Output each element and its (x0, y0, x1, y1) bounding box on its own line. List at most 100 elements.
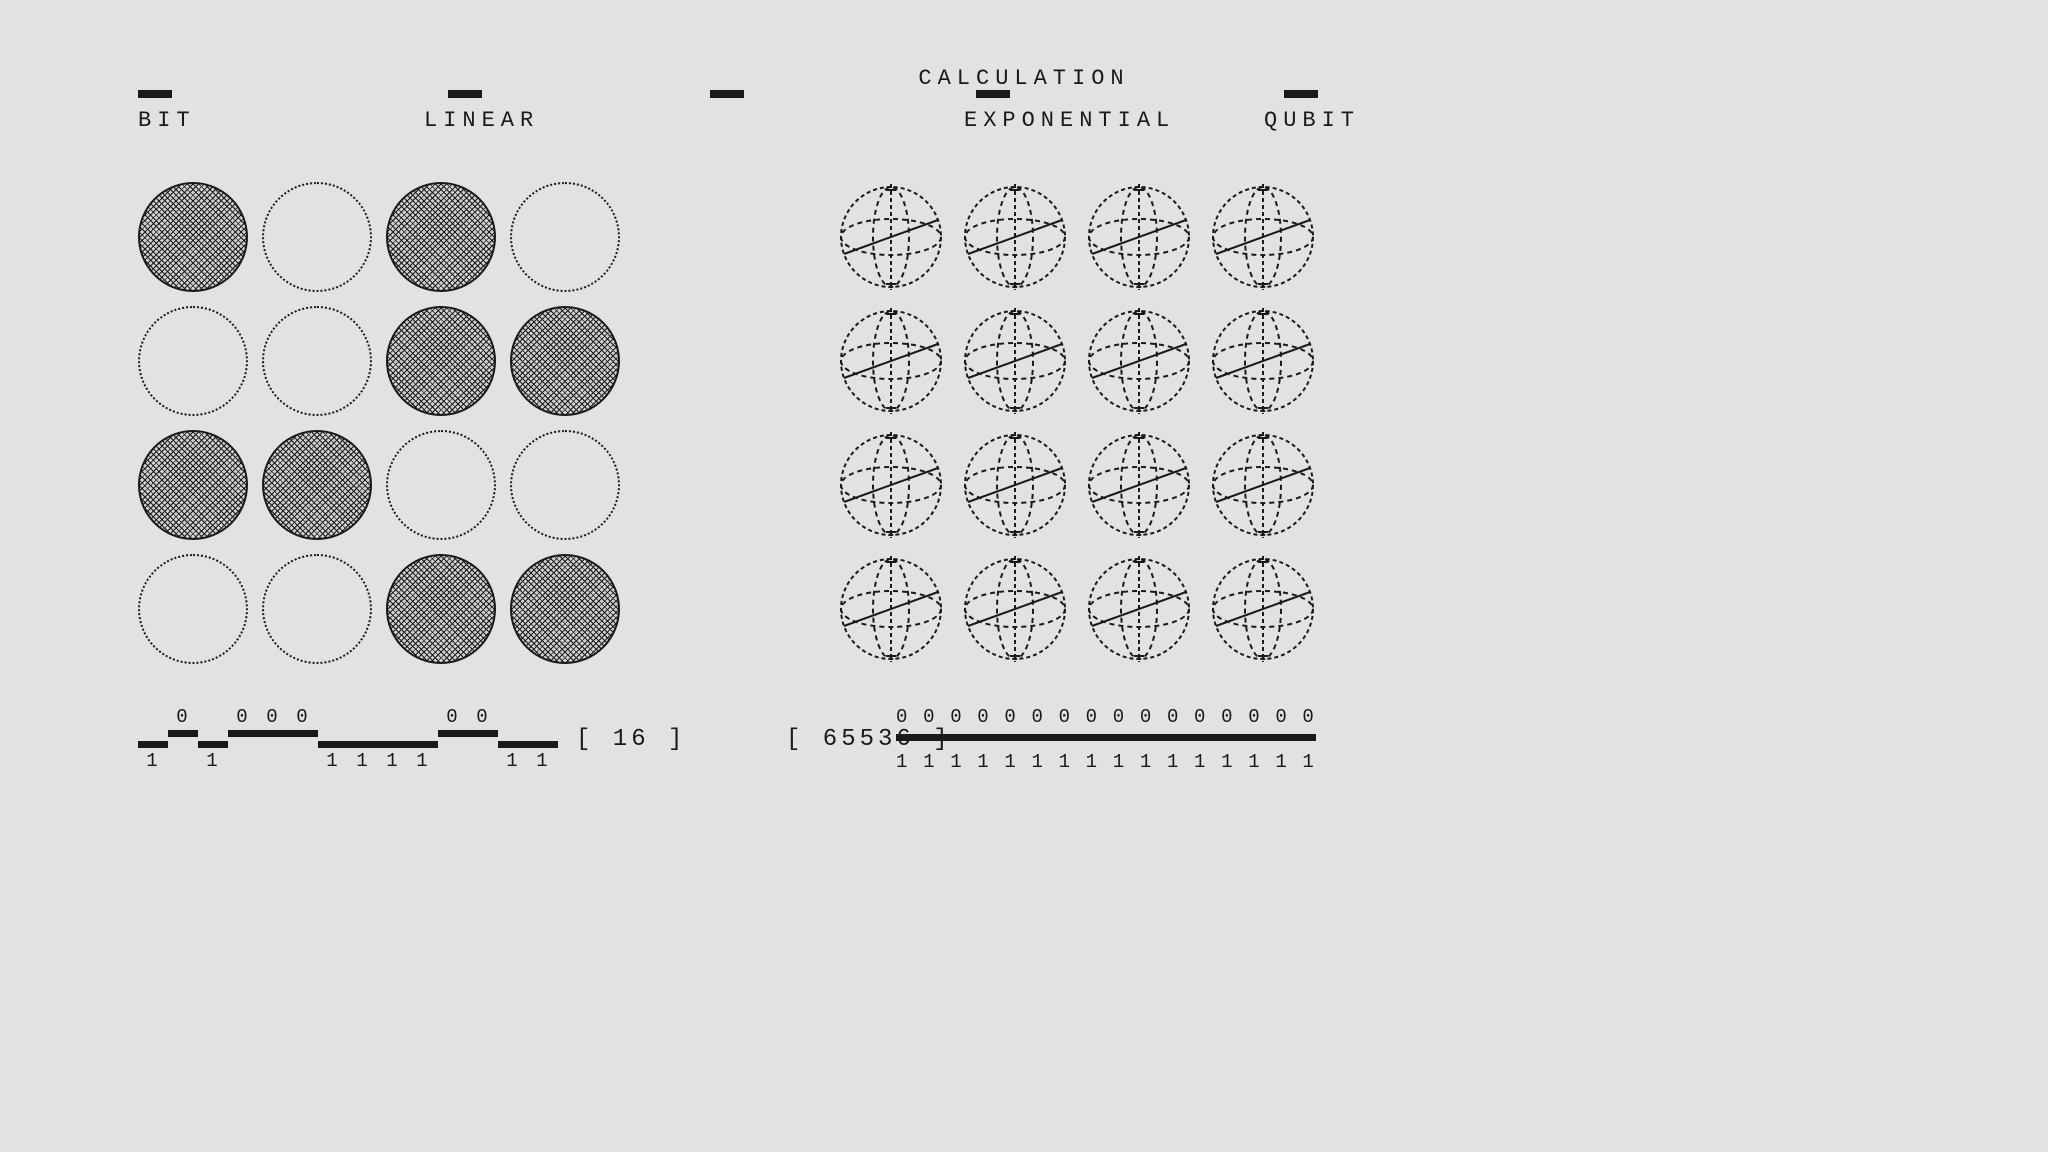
bit-zero (386, 430, 496, 540)
digit-one: 1 (1302, 751, 1315, 773)
digit-zero: 0 (1194, 706, 1207, 728)
qubit-sphere (1084, 306, 1194, 416)
qubit-sphere (836, 182, 946, 292)
digit-one: 1 (1194, 751, 1207, 773)
digit-one: 1 (896, 751, 909, 773)
track-segment (198, 741, 228, 748)
digit-one: 1 (1248, 751, 1261, 773)
digit-zero (138, 706, 168, 728)
qubit-sphere (960, 554, 1070, 664)
label-linear: LINEAR (424, 108, 539, 133)
digit-zero: 0 (1031, 706, 1044, 728)
bit-one (138, 430, 248, 540)
bit-one (386, 554, 496, 664)
digit-zero: 0 (1086, 706, 1099, 728)
tick-qubit (1284, 90, 1318, 98)
qubit-sphere (960, 430, 1070, 540)
digit-zero (528, 706, 558, 728)
digit-one: 1 (1167, 751, 1180, 773)
bit-zero (262, 182, 372, 292)
digit-zero: 0 (168, 706, 198, 728)
digit-zero (408, 706, 438, 728)
tick-bit (138, 90, 172, 98)
bit-zero (262, 554, 372, 664)
digit-one: 1 (498, 750, 528, 772)
digit-zero (198, 706, 228, 728)
digit-one (168, 750, 198, 772)
digit-one: 1 (1140, 751, 1153, 773)
track-segment (528, 741, 558, 748)
bit-one (262, 430, 372, 540)
digit-one: 1 (923, 751, 936, 773)
digit-one: 1 (198, 750, 228, 772)
qubit-sphere (1084, 182, 1194, 292)
digit-one (468, 750, 498, 772)
track-segment (138, 741, 168, 748)
bit-one (138, 182, 248, 292)
qubit-sphere (1084, 430, 1194, 540)
qubit-sphere (1208, 182, 1318, 292)
digit-zero (378, 706, 408, 728)
digit-one: 1 (408, 750, 438, 772)
qubit-sphere (836, 306, 946, 416)
track-segment (258, 730, 288, 737)
track-segment (498, 741, 528, 748)
digit-one (258, 750, 288, 772)
tick-center (710, 90, 744, 98)
digit-one: 1 (950, 751, 963, 773)
digit-zero (498, 706, 528, 728)
qubit-sphere (960, 182, 1070, 292)
tick-linear (448, 90, 482, 98)
qubit-sphere (1084, 554, 1194, 664)
bit-zero (138, 554, 248, 664)
digit-one: 1 (138, 750, 168, 772)
track-segment (288, 730, 318, 737)
bit-one (386, 182, 496, 292)
track-segment (168, 730, 198, 737)
track-segment (408, 741, 438, 748)
digit-one: 1 (1086, 751, 1099, 773)
qubit-sphere (960, 306, 1070, 416)
bit-zero (510, 430, 620, 540)
qubit-sphere (836, 554, 946, 664)
track-segment (438, 730, 468, 737)
bit-grid (138, 182, 620, 664)
digit-zero: 0 (1302, 706, 1315, 728)
digit-one: 1 (1113, 751, 1126, 773)
digit-one: 1 (1004, 751, 1017, 773)
digit-zero: 0 (896, 706, 909, 728)
digit-zero: 0 (1221, 706, 1234, 728)
digit-zero: 0 (228, 706, 258, 728)
digit-zero (318, 706, 348, 728)
digit-one: 1 (1275, 751, 1288, 773)
right-bar (896, 734, 1316, 741)
digit-one: 1 (528, 750, 558, 772)
label-bit: BIT (138, 108, 196, 133)
page-title: CALCULATION (918, 66, 1129, 91)
digit-one: 1 (348, 750, 378, 772)
track-segment (348, 741, 378, 748)
digit-zero: 0 (923, 706, 936, 728)
digit-one: 1 (318, 750, 348, 772)
digit-one: 1 (977, 751, 990, 773)
bit-zero (262, 306, 372, 416)
qubit-sphere (1208, 554, 1318, 664)
digit-zero (348, 706, 378, 728)
digit-zero: 0 (1167, 706, 1180, 728)
qubit-sphere (1208, 306, 1318, 416)
digit-zero: 0 (288, 706, 318, 728)
digit-one (288, 750, 318, 772)
digit-one: 1 (1059, 751, 1072, 773)
qubit-sphere (1208, 430, 1318, 540)
bit-one (510, 554, 620, 664)
label-exponential: EXPONENTIAL (964, 108, 1175, 133)
digit-zero: 0 (950, 706, 963, 728)
qubit-sphere (836, 430, 946, 540)
digit-zero: 0 (1113, 706, 1126, 728)
digit-one: 1 (378, 750, 408, 772)
digit-zero: 0 (258, 706, 288, 728)
right-binary-track: 0000000000000000 1111111111111111 (896, 706, 1316, 773)
digit-zero: 0 (1004, 706, 1017, 728)
digit-zero: 0 (977, 706, 990, 728)
tick-exponential (976, 90, 1010, 98)
